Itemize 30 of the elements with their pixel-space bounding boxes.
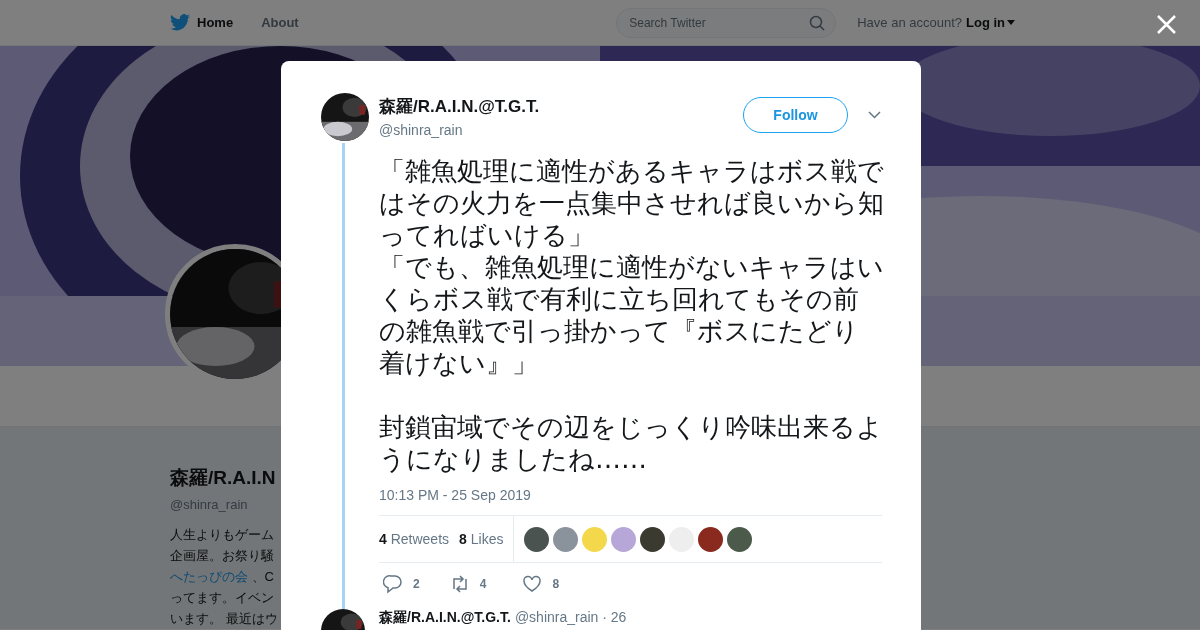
tweet-timestamp[interactable]: 10:13 PM - 25 Sep 2019 [379,487,884,503]
bio-text: 企画屋。お祭り騒 [170,547,275,565]
heart-icon[interactable] [522,574,543,594]
stat-link[interactable]: 8 Likes [459,531,504,547]
search-icon[interactable] [809,14,826,31]
search-field[interactable]: Search Twitter [616,7,837,38]
liker-avatar[interactable] [698,526,724,552]
liker-avatar[interactable] [524,526,550,552]
author-name: 森羅/R.A.I.N.@T.G.T. [379,609,511,627]
bio-text: います。 最近はウ [170,610,279,628]
profile-name: 森羅/R.A.I.N [170,466,277,490]
bio-text: 人生よりもゲーム [170,526,275,544]
action-count: 8 [552,577,560,591]
action-count: 2 [413,577,420,591]
profile-handle: @shinra_rain [170,497,249,512]
account-prompt: Have an account? [857,15,962,30]
reply-icon[interactable] [383,574,403,594]
tweet-text: 封鎖宙域でその辺をじっくり吟味出来るようになりましたね…… [379,411,884,475]
bio-text: ってます。イベン [170,589,275,607]
close-icon[interactable] [1156,14,1177,35]
liker-avatar[interactable] [727,526,753,552]
action-count: 4 [479,577,487,591]
liker-avatar[interactable] [640,526,666,552]
nav-tab[interactable]: Home [170,14,234,31]
bio-text: 、C [250,568,274,586]
stat-link[interactable]: 4 Retweets [379,531,450,547]
login-link[interactable]: Log in [966,15,1015,30]
author-handle: @shinra_rain · 26 [514,609,627,625]
caret-icon [1007,20,1015,25]
nav-tab[interactable]: About [261,15,299,30]
